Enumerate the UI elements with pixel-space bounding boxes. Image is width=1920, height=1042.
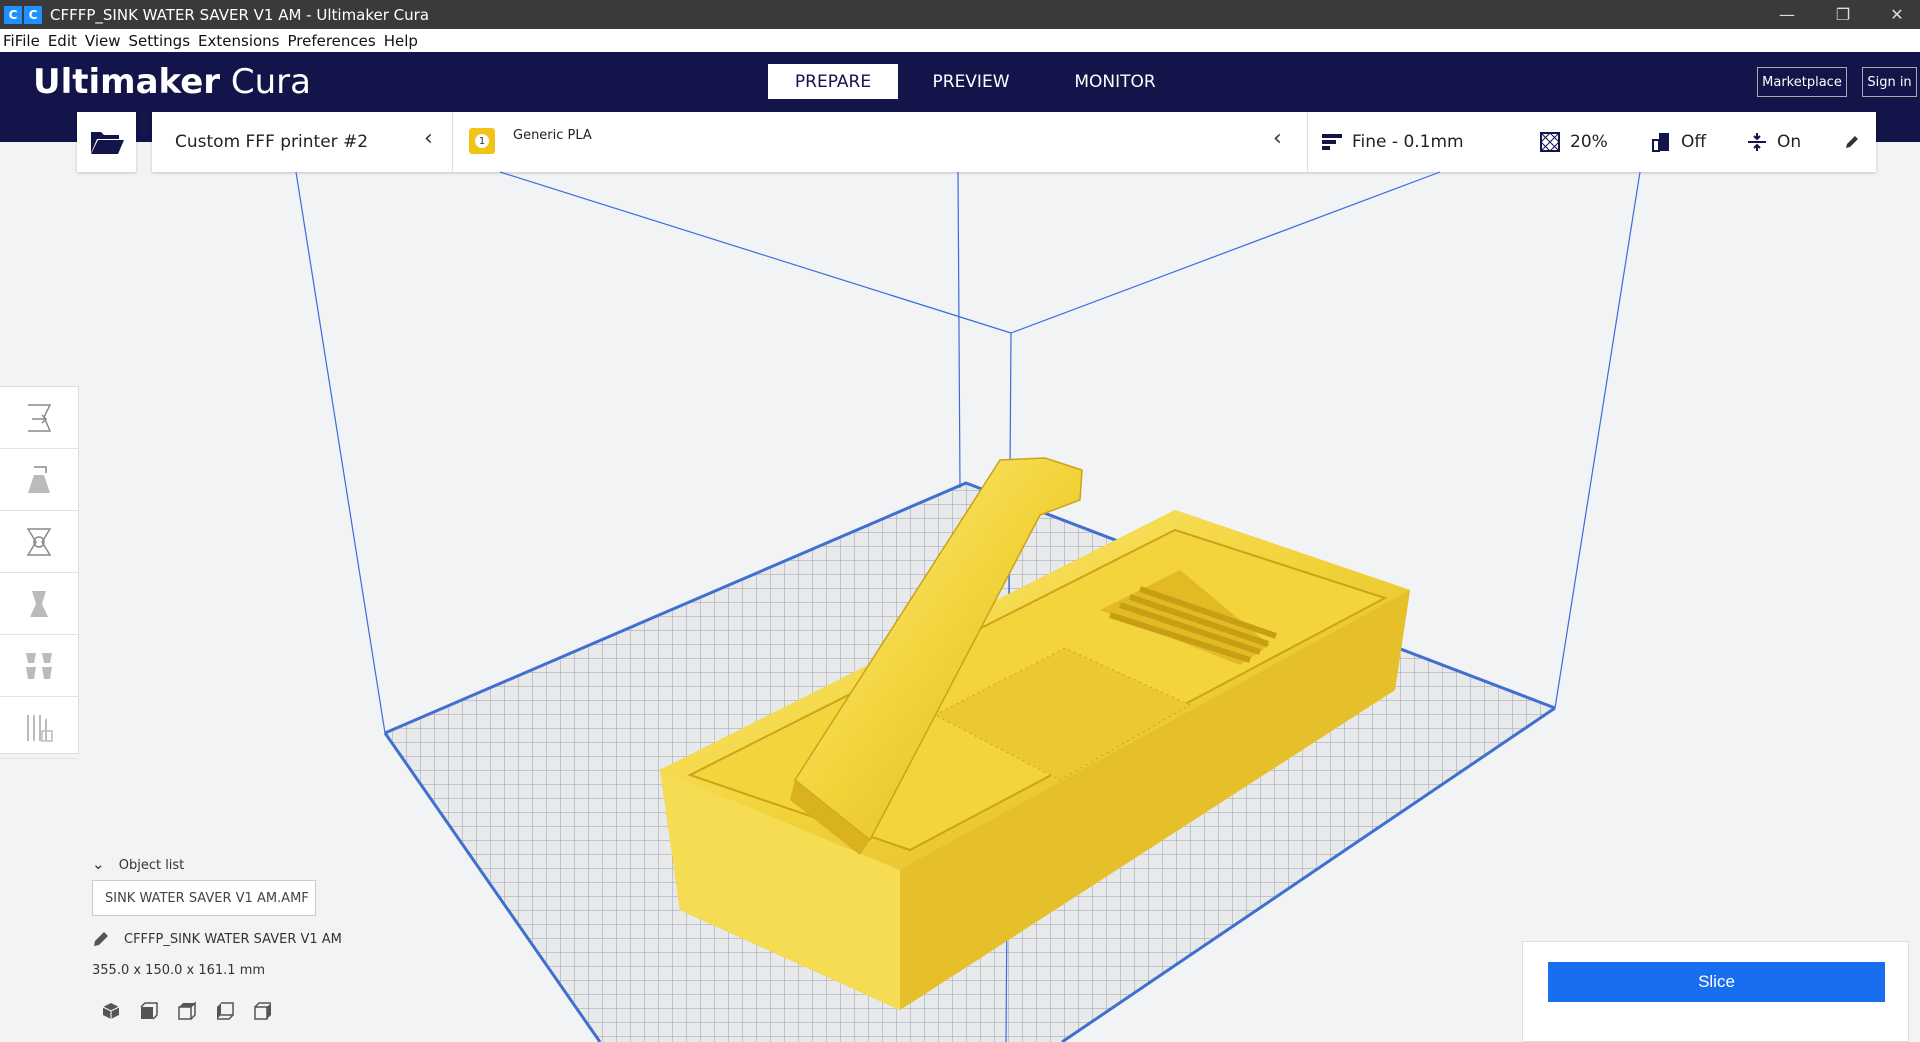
object-dimensions: 355.0 x 150.0 x 161.1 mm xyxy=(92,963,266,978)
logo-brand: Ultimaker xyxy=(33,62,221,102)
menu-fi[interactable]: Fi xyxy=(3,32,15,50)
support-blocker-icon xyxy=(27,714,53,742)
slice-panel: Slice xyxy=(1522,941,1909,1042)
scale-icon xyxy=(28,465,50,493)
restore-button[interactable]: ❐ xyxy=(1820,0,1866,29)
support-blocker-tool[interactable] xyxy=(0,697,78,759)
menu-extensions[interactable]: Extensions xyxy=(198,32,279,50)
slice-button[interactable]: Slice xyxy=(1548,962,1885,1002)
object-list-label: Object list xyxy=(118,858,185,873)
tab-monitor[interactable]: MONITOR xyxy=(1050,64,1180,99)
cube-right-icon xyxy=(254,1002,271,1020)
menu-help[interactable]: Help xyxy=(384,32,418,50)
tab-prepare[interactable]: PREPARE xyxy=(768,64,898,99)
menu-settings[interactable]: Settings xyxy=(129,32,191,50)
object-name-row[interactable]: CFFFP_SINK WATER SAVER V1 AM xyxy=(92,930,342,948)
minimize-button[interactable]: — xyxy=(1764,0,1810,29)
camera-view-buttons xyxy=(92,998,282,1024)
cura-app-icon-secondary: C xyxy=(24,5,42,24)
sign-in-button[interactable]: Sign in xyxy=(1862,67,1917,97)
material-name: Generic PLA xyxy=(513,128,592,143)
mirror-icon xyxy=(30,590,48,617)
view-left-button[interactable] xyxy=(206,998,244,1024)
view-front-button[interactable] xyxy=(130,998,168,1024)
tab-preview[interactable]: PREVIEW xyxy=(906,64,1036,99)
view-right-button[interactable] xyxy=(244,998,282,1024)
ultimaker-cura-logo: Ultimaker Cura xyxy=(33,62,311,102)
cube-left-icon xyxy=(217,1002,234,1020)
per-model-settings-tool[interactable] xyxy=(0,635,78,697)
object-list-file[interactable]: SINK WATER SAVER V1 AM.AMF xyxy=(92,880,316,916)
pencil-icon xyxy=(94,932,108,946)
view-3d-button[interactable] xyxy=(92,998,130,1024)
menu-view[interactable]: View xyxy=(85,32,121,50)
cube-front-icon xyxy=(140,1002,158,1020)
cube-3d-icon xyxy=(102,1003,120,1019)
close-button[interactable]: ✕ xyxy=(1874,0,1920,29)
per-model-settings-icon xyxy=(26,652,52,679)
logo-product: Cura xyxy=(230,62,311,102)
object-list-toggle[interactable]: ⌄ Object list xyxy=(92,855,184,873)
window-title: CFFFP_SINK WATER SAVER V1 AM - Ultimaker… xyxy=(50,5,430,24)
menu-file[interactable]: File xyxy=(15,32,40,50)
scale-tool[interactable] xyxy=(0,449,78,511)
cura-app-icon: C xyxy=(4,5,22,24)
tool-panel xyxy=(0,386,79,759)
window-titlebar: C C CFFFP_SINK WATER SAVER V1 AM - Ultim… xyxy=(0,0,1920,29)
view-top-button[interactable] xyxy=(168,998,206,1024)
object-name: CFFFP_SINK WATER SAVER V1 AM xyxy=(124,931,342,947)
move-tool[interactable] xyxy=(0,387,78,449)
chevron-down-icon: ⌄ xyxy=(92,855,105,873)
mirror-tool[interactable] xyxy=(0,573,78,635)
menu-edit[interactable]: Edit xyxy=(48,32,77,50)
rotate-tool[interactable] xyxy=(0,511,78,573)
cube-top-icon xyxy=(178,1001,196,1020)
rotate-icon xyxy=(26,527,52,556)
move-icon xyxy=(28,403,52,432)
menu-preferences[interactable]: Preferences xyxy=(287,32,375,50)
marketplace-button[interactable]: Marketplace xyxy=(1757,67,1847,97)
menu-bar: Fi File Edit View Settings Extensions Pr… xyxy=(0,29,1920,52)
